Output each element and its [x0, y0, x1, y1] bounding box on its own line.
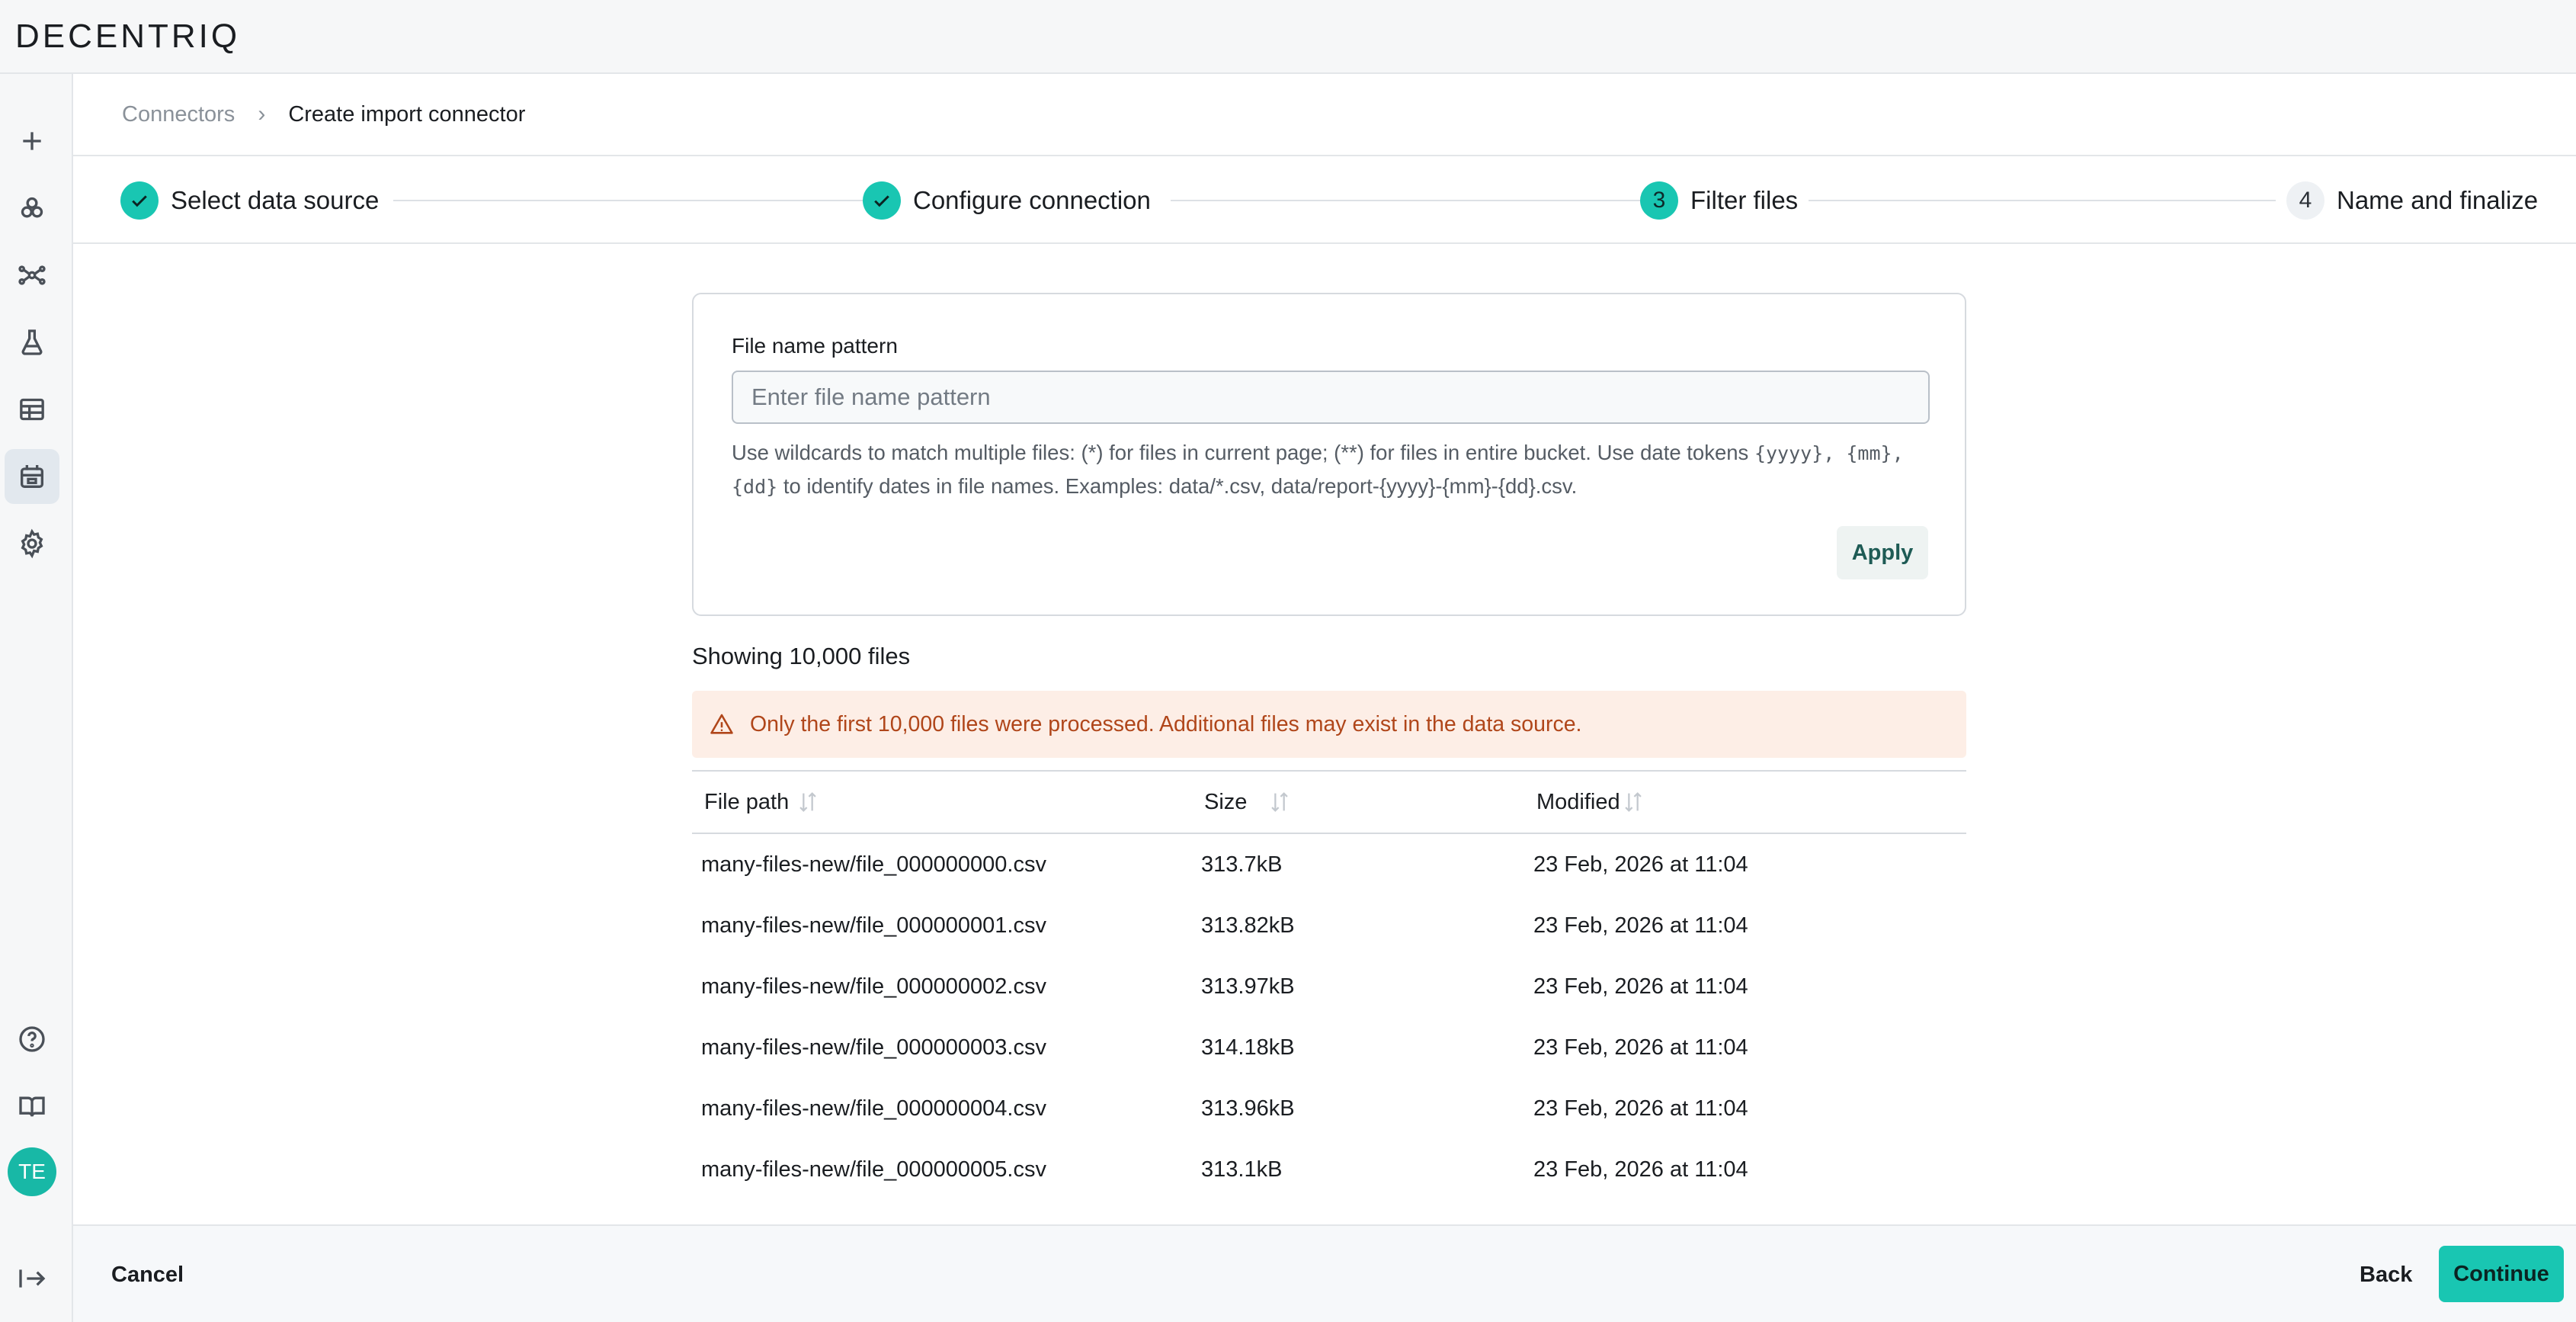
- connectors-icon: [21, 465, 43, 488]
- sidebar-item-network[interactable]: [5, 248, 59, 303]
- sidebar-item-connectors[interactable]: [5, 449, 59, 504]
- breadcrumb-current: Create import connector: [288, 101, 526, 127]
- back-button[interactable]: Back: [2360, 1252, 2412, 1298]
- table-row[interactable]: many-files-new/file_000000001.csv 313.82…: [692, 895, 1966, 956]
- collapse-sidebar-icon: [19, 1269, 46, 1288]
- help-button[interactable]: [5, 1012, 59, 1067]
- cell-size: 313.82kB: [1201, 913, 1295, 938]
- table-row[interactable]: many-files-new/file_000000003.csv 314.18…: [692, 1017, 1966, 1078]
- cell-size: 313.1kB: [1201, 1157, 1283, 1182]
- step-label: Filter files: [1690, 186, 1799, 214]
- column-header-label: File path: [704, 789, 790, 814]
- warning-icon: [710, 714, 733, 734]
- book-icon: [19, 1096, 45, 1117]
- top-bar: DECENTRIQ: [0, 0, 2576, 74]
- cell-size: 313.96kB: [1201, 1096, 1295, 1121]
- sidebar-item-data-clean-rooms[interactable]: [5, 181, 59, 236]
- step-number: 3: [1640, 181, 1678, 220]
- sort-icon[interactable]: [796, 789, 819, 815]
- breadcrumb-connectors-link[interactable]: Connectors: [122, 102, 235, 127]
- cell-size: 313.7kB: [1201, 852, 1283, 877]
- plus-icon: [23, 132, 41, 150]
- sidebar-item-settings[interactable]: [5, 516, 59, 571]
- cell-modified: 23 Feb, 2026 at 11:04: [1533, 913, 1748, 938]
- stepper: Select data source Configure connection …: [73, 156, 2576, 244]
- pattern-help-text: Use wildcards to match multiple files: (…: [732, 436, 1936, 503]
- help-text-suffix: to identify dates in file names. Example…: [783, 474, 1578, 498]
- table-row[interactable]: many-files-new/file_000000004.csv 313.96…: [692, 1078, 1966, 1139]
- table-row[interactable]: many-files-new/file_000000002.csv 313.97…: [692, 956, 1966, 1017]
- cell-file-path: many-files-new/file_000000001.csv: [701, 913, 1046, 938]
- chevron-right-icon: ›: [258, 101, 266, 127]
- step-label: Select data source: [171, 186, 380, 214]
- cell-size: 313.97kB: [1201, 974, 1295, 999]
- column-header-file-path[interactable]: File path: [704, 772, 819, 833]
- continue-button[interactable]: Continue: [2439, 1246, 2564, 1302]
- sidebar-item-datasets[interactable]: [5, 382, 59, 437]
- filter-card: File name pattern Use wildcards to match…: [692, 293, 1966, 616]
- step-select-data-source: Select data source: [120, 181, 390, 220]
- column-header-size[interactable]: Size: [1204, 772, 1291, 833]
- docs-button[interactable]: [5, 1079, 59, 1134]
- cell-modified: 23 Feb, 2026 at 11:04: [1533, 974, 1748, 999]
- results-count: Showing 10,000 files: [692, 643, 911, 669]
- step-label: Name and finalize: [2337, 186, 2539, 214]
- step-configure-connection: Configure connection: [863, 181, 1161, 220]
- step-connector-line: [1171, 200, 1704, 201]
- help-icon: [19, 1026, 45, 1052]
- cell-file-path: many-files-new/file_000000004.csv: [701, 1096, 1046, 1121]
- table-icon: [20, 398, 44, 421]
- column-header-modified[interactable]: Modified: [1536, 772, 1645, 833]
- flask-icon: [21, 329, 43, 355]
- collapse-sidebar-button[interactable]: [5, 1251, 59, 1306]
- app-logo[interactable]: DECENTRIQ: [15, 18, 240, 56]
- sort-icon[interactable]: [1622, 789, 1645, 815]
- step-number: 4: [2286, 181, 2324, 220]
- table-row[interactable]: many-files-new/file_000000005.csv 313.1k…: [692, 1139, 1966, 1200]
- cell-modified: 23 Feb, 2026 at 11:04: [1533, 1157, 1748, 1182]
- cell-file-path: many-files-new/file_000000003.csv: [701, 1035, 1046, 1060]
- check-icon: [120, 181, 159, 220]
- user-avatar[interactable]: TE: [8, 1147, 56, 1196]
- step-filter-files: 3 Filter files: [1640, 181, 1809, 220]
- cell-file-path: many-files-new/file_000000005.csv: [701, 1157, 1046, 1182]
- cell-file-path: many-files-new/file_000000002.csv: [701, 974, 1046, 999]
- sidebar-item-lab[interactable]: [5, 315, 59, 370]
- cell-size: 314.18kB: [1201, 1035, 1295, 1060]
- cell-modified: 23 Feb, 2026 at 11:04: [1533, 852, 1748, 877]
- column-header-label: Size: [1204, 789, 1248, 814]
- table-header: File path Size Modified: [692, 770, 1966, 834]
- column-header-label: Modified: [1536, 789, 1620, 814]
- apply-button[interactable]: Apply: [1837, 526, 1928, 579]
- warning-alert: Only the first 10,000 files were process…: [692, 691, 1966, 758]
- new-button[interactable]: [5, 114, 59, 168]
- sort-icon[interactable]: [1268, 789, 1291, 815]
- table-row[interactable]: many-files-new/file_000000000.csv 313.7k…: [692, 834, 1966, 895]
- file-name-pattern-input[interactable]: [732, 371, 1930, 424]
- breadcrumb: Connectors › Create import connector: [73, 74, 2576, 156]
- warning-text: Only the first 10,000 files were process…: [750, 711, 1582, 736]
- files-table: File path Size Modified many-files-new/f…: [692, 770, 1966, 1200]
- data-clean-rooms-icon: [21, 197, 43, 218]
- cell-modified: 23 Feb, 2026 at 11:04: [1533, 1096, 1748, 1121]
- help-text-prefix: Use wildcards to match multiple files: (…: [732, 441, 1749, 464]
- check-icon: [863, 181, 901, 220]
- gear-icon: [21, 528, 43, 559]
- wizard-footer: Cancel Back Continue: [73, 1224, 2576, 1322]
- step-label: Configure connection: [913, 186, 1151, 214]
- cell-file-path: many-files-new/file_000000000.csv: [701, 852, 1046, 877]
- step-connector-line: [393, 200, 919, 201]
- step-name-and-finalize: 4 Name and finalize: [2276, 181, 2549, 220]
- network-icon: [18, 265, 46, 285]
- file-name-pattern-label: File name pattern: [732, 334, 898, 358]
- sidebar: TE: [0, 74, 73, 1322]
- step-connector-line: [1803, 200, 2344, 201]
- cell-modified: 23 Feb, 2026 at 11:04: [1533, 1035, 1748, 1060]
- cancel-button[interactable]: Cancel: [111, 1252, 184, 1298]
